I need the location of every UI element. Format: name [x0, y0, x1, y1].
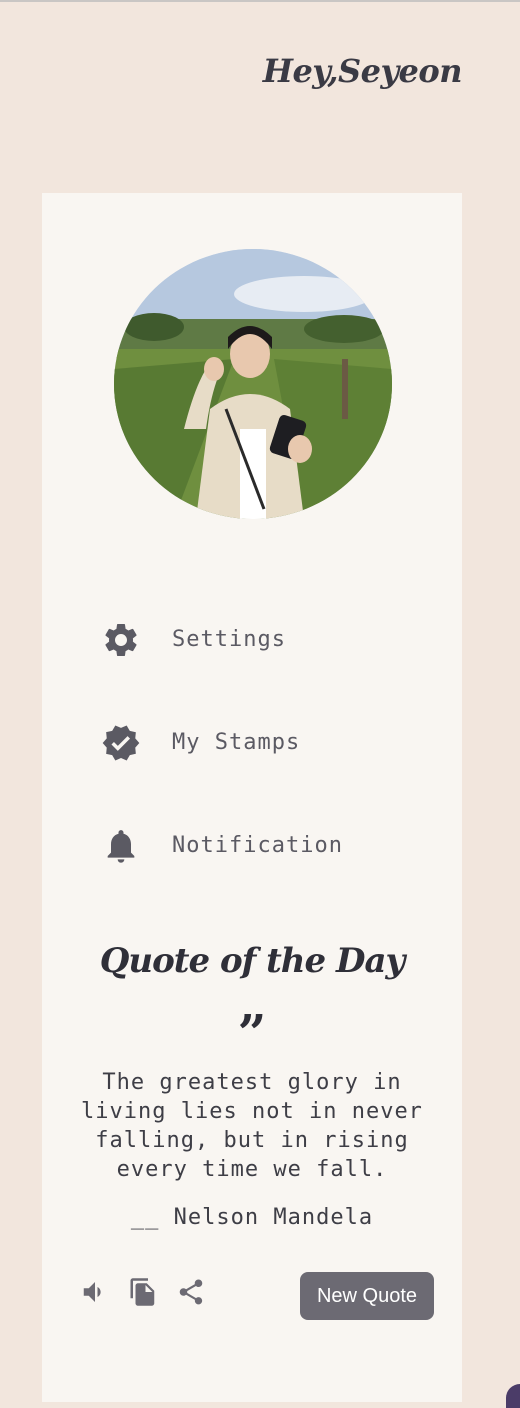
quote-line: falling, but in rising [95, 1128, 409, 1153]
speaker-icon[interactable] [78, 1275, 112, 1309]
quote-line: The greatest glory in [102, 1070, 402, 1095]
menu-item-label: My Stamps [172, 730, 301, 755]
verified-badge-icon [100, 722, 142, 764]
menu-item-settings[interactable]: Settings [100, 588, 440, 691]
quote-line: living lies not in never [81, 1099, 423, 1124]
window-corner [506, 1384, 520, 1408]
new-quote-button[interactable]: New Quote [300, 1272, 434, 1320]
profile-card: Settings My Stamps Notification Quote of… [42, 193, 462, 1402]
quote-mark-icon: ” [237, 1003, 267, 1062]
profile-menu: Settings My Stamps Notification [100, 588, 440, 897]
bell-icon [100, 825, 142, 867]
quote-line: every time we fall. [116, 1157, 388, 1182]
window-top-border [0, 0, 520, 2]
quote-author: __ Nelson Mandela [130, 1205, 374, 1230]
quote-actions [78, 1275, 222, 1309]
menu-item-my-stamps[interactable]: My Stamps [100, 691, 440, 794]
menu-item-notification[interactable]: Notification [100, 794, 440, 897]
share-icon[interactable] [174, 1275, 208, 1309]
quote-title: Quote of the Day [99, 941, 406, 981]
avatar [114, 249, 392, 519]
greeting-title: Hey,Seyeon [262, 52, 463, 90]
gear-icon [100, 619, 142, 661]
copy-icon[interactable] [126, 1275, 160, 1309]
avatar-photo [114, 249, 392, 519]
menu-item-label: Notification [172, 833, 343, 858]
menu-item-label: Settings [172, 627, 286, 652]
quote-text: The greatest glory in living lies not in… [62, 1068, 442, 1184]
